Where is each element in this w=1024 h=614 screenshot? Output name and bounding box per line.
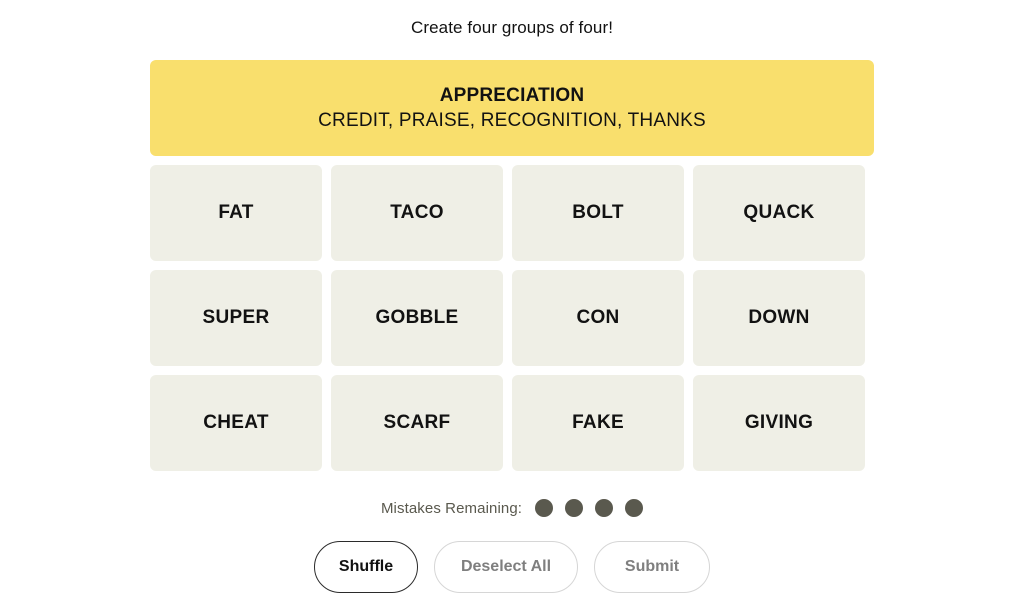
word-tile-label: QUACK <box>743 201 815 223</box>
word-tile-label: GOBBLE <box>375 306 459 328</box>
word-tile-bolt[interactable]: BOLT <box>512 165 684 261</box>
page-title: Create four groups of four! <box>410 18 614 37</box>
word-tile-label: CHEAT <box>203 411 269 433</box>
word-tile-quack[interactable]: QUACK <box>693 165 865 261</box>
word-tile-giving[interactable]: GIVING <box>693 375 865 471</box>
mistakes-remaining-label: Mistakes Remaining: <box>380 499 523 517</box>
mistake-dot <box>595 499 614 517</box>
puzzle-board: APPRECIATION CREDIT, PRAISE, RECOGNITION… <box>150 60 874 471</box>
tile-row: CHEAT SCARF FAKE GIVING <box>150 375 874 471</box>
word-tile-label: SUPER <box>202 306 270 328</box>
mistake-dot <box>625 499 644 517</box>
deselect-all-button[interactable]: Deselect All <box>434 541 578 593</box>
solved-category-appreciation: APPRECIATION CREDIT, PRAISE, RECOGNITION… <box>150 60 874 156</box>
word-tile-label: DOWN <box>748 306 810 328</box>
solved-category-title: APPRECIATION <box>439 84 585 106</box>
word-tile-label: FAT <box>218 201 254 223</box>
shuffle-button[interactable]: Shuffle <box>314 541 418 593</box>
word-tile-con[interactable]: CON <box>512 270 684 366</box>
word-tile-label: BOLT <box>572 201 624 223</box>
mistake-dot <box>535 499 554 517</box>
tile-row: FAT TACO BOLT QUACK <box>150 165 874 261</box>
mistakes-remaining: Mistakes Remaining: <box>380 499 644 517</box>
word-tile-fake[interactable]: FAKE <box>512 375 684 471</box>
word-tile-down[interactable]: DOWN <box>693 270 865 366</box>
word-tile-scarf[interactable]: SCARF <box>331 375 503 471</box>
word-tile-gobble[interactable]: GOBBLE <box>331 270 503 366</box>
action-buttons: Shuffle Deselect All Submit <box>314 541 710 593</box>
word-tile-fat[interactable]: FAT <box>150 165 322 261</box>
word-tile-label: CON <box>576 306 620 328</box>
word-tile-super[interactable]: SUPER <box>150 270 322 366</box>
word-tile-label: TACO <box>390 201 444 223</box>
word-tile-label: SCARF <box>383 411 451 433</box>
word-tile-cheat[interactable]: CHEAT <box>150 375 322 471</box>
submit-button[interactable]: Submit <box>594 541 710 593</box>
tile-row: SUPER GOBBLE CON DOWN <box>150 270 874 366</box>
mistake-dot <box>565 499 584 517</box>
word-tile-label: GIVING <box>744 411 814 433</box>
word-tile-taco[interactable]: TACO <box>331 165 503 261</box>
mistakes-dots <box>535 499 644 517</box>
word-tile-label: FAKE <box>572 411 624 433</box>
solved-category-members: CREDIT, PRAISE, RECOGNITION, THANKS <box>318 109 706 131</box>
connections-game: Create four groups of four! APPRECIATION… <box>0 0 1024 614</box>
